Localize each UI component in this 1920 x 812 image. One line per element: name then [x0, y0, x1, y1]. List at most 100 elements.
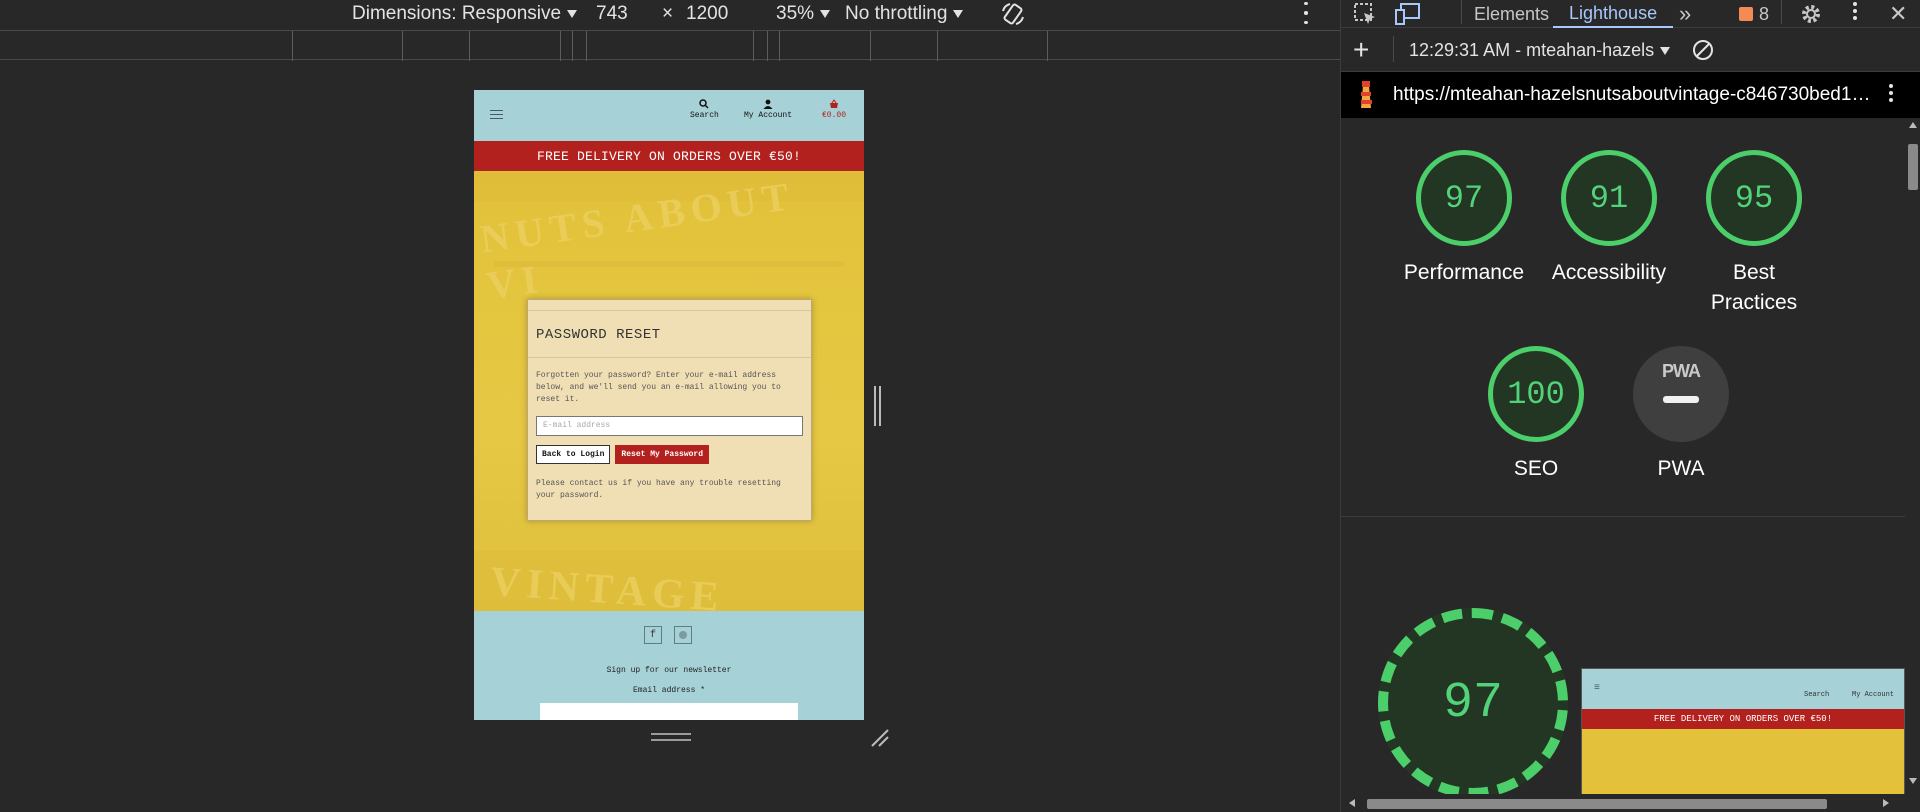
performance-label: Performance: [1403, 261, 1525, 284]
reset-password-button[interactable]: Reset My Password: [615, 445, 710, 464]
thumbnail-hamburger-icon: ≡: [1594, 683, 1601, 694]
divider: [528, 310, 811, 311]
user-icon: [763, 99, 773, 109]
devtools-panel: Elements Lighthouse » 8 ✕ + 12:29:31 AM …: [1340, 0, 1920, 812]
divider: [528, 357, 811, 358]
height-value: 1200: [686, 3, 729, 24]
lighthouse-logo-icon: [1361, 81, 1372, 108]
performance-score: 97: [1444, 179, 1484, 217]
newsletter-email-label: Email address *: [632, 686, 705, 695]
device-emulation-area: Dimensions: Responsive 743 × 1200 35% No…: [0, 0, 1340, 812]
tab-lighthouse[interactable]: Lighthouse: [1553, 0, 1674, 28]
device-toggle-glyph: [1395, 3, 1420, 25]
issue-icon: [1739, 7, 1753, 21]
reset-password-label: Reset My Password: [621, 450, 704, 459]
more-tabs-glyph: »: [1679, 1, 1692, 26]
customize-devtools-icon[interactable]: [1853, 2, 1857, 24]
more-options-icon[interactable]: [1304, 2, 1308, 24]
back-to-login-button[interactable]: Back to Login: [536, 445, 611, 464]
thumbnail-header: ≡ Search My Account: [1582, 669, 1904, 709]
pwa-dash: [1663, 396, 1699, 403]
newsletter-email-input[interactable]: [540, 703, 798, 720]
email-placeholder: E-mail address: [543, 421, 611, 430]
accessibility-gauge[interactable]: 91 Accessibility: [1546, 150, 1672, 288]
cart-total: €0.00: [822, 111, 847, 120]
device-toolbar: Dimensions: Responsive 743 × 1200 35% No…: [0, 0, 1340, 28]
report-menu-icon[interactable]: [1889, 84, 1893, 102]
search-label: Search: [690, 111, 719, 120]
emulated-viewport: Search My Account €0.00 FREE DELIVERY ON…: [474, 90, 864, 720]
banner-text: FREE DELIVERY ON ORDERS OVER €50!: [536, 148, 802, 164]
email-field[interactable]: E-mail address: [536, 416, 803, 436]
best-practices-gauge[interactable]: 95 Best Practices: [1691, 150, 1817, 318]
tab-elements[interactable]: Elements: [1462, 0, 1557, 28]
scroll-right-icon[interactable]: [1883, 799, 1889, 807]
report-selector[interactable]: 12:29:31 AM - mteahan-hazels: [1409, 40, 1671, 61]
lighthouse-toolbar: + 12:29:31 AM - mteahan-hazels: [1341, 28, 1920, 72]
back-to-login-label: Back to Login: [542, 450, 605, 459]
pwa-logo: PWA: [1661, 361, 1701, 381]
button-row: Back to Login Reset My Password: [536, 445, 803, 464]
performance-main-gauge[interactable]: 97: [1378, 608, 1568, 798]
final-screenshot-thumbnail[interactable]: ≡ Search My Account FREE DELIVERY ON ORD…: [1581, 668, 1905, 798]
viewport-width-resize-handle[interactable]: [874, 386, 884, 426]
scroll-up-icon[interactable]: [1909, 122, 1917, 128]
horizontal-scrollbar[interactable]: [1341, 794, 1920, 812]
horizontal-scroll-thumb[interactable]: [1367, 799, 1827, 809]
thumbnail-account-label: My Account: [1852, 691, 1895, 699]
chevron-down-icon: [953, 10, 964, 18]
best-practices-score: 95: [1734, 179, 1774, 217]
facebook-icon[interactable]: f: [644, 626, 662, 644]
devtools-tab-bar: Elements Lighthouse » 8 ✕: [1341, 0, 1920, 28]
search-icon: [699, 99, 709, 109]
viewport-height-resize-handle[interactable]: [651, 733, 691, 745]
clear-reports-icon[interactable]: [1691, 38, 1715, 62]
performance-gauge[interactable]: 97 Performance: [1401, 150, 1527, 288]
thumbnail-search-label: Search: [1804, 691, 1830, 699]
accessibility-score: 91: [1589, 179, 1629, 217]
issues-counter[interactable]: 8: [1739, 0, 1769, 28]
newsletter-heading: Sign up for our newsletter: [606, 666, 732, 675]
height-input[interactable]: 1200: [686, 0, 728, 28]
hero-background: NUTS ABOUT VI VINTAGE PASSWORD RESET For…: [474, 171, 864, 611]
site-footer: f Sign up for our newsletter Email addre…: [474, 611, 864, 720]
seo-label: SEO: [1513, 457, 1559, 480]
close-devtools-icon[interactable]: ✕: [1889, 0, 1907, 28]
times-icon: ×: [662, 0, 673, 28]
more-tabs-icon[interactable]: »: [1679, 0, 1691, 28]
search-link[interactable]: Search: [690, 99, 719, 120]
zoom-dropdown[interactable]: 35%: [776, 0, 831, 28]
instagram-glyph: [679, 631, 687, 639]
seo-score: 100: [1507, 375, 1565, 413]
pwa-gauge[interactable]: PWA PWA: [1618, 346, 1744, 484]
cart-link[interactable]: €0.00: [822, 99, 846, 120]
dimensions-dropdown[interactable]: Dimensions: Responsive: [352, 0, 578, 28]
new-report-icon[interactable]: +: [1353, 34, 1369, 66]
reset-description: Forgotten your password? Enter your e-ma…: [536, 371, 781, 404]
device-toolbar-toggle-icon[interactable]: [1395, 0, 1421, 28]
chevron-down-icon: [820, 10, 831, 18]
rotate-button[interactable]: [1000, 0, 1026, 28]
my-account-link[interactable]: My Account: [744, 99, 792, 120]
thumbnail-hero: [1582, 729, 1904, 798]
resize-corner-icon[interactable]: [870, 728, 890, 748]
inspect-element-icon[interactable]: [1353, 0, 1377, 28]
report-selector-label: 12:29:31 AM - mteahan-hazels: [1409, 40, 1655, 60]
media-query-ruler: [0, 30, 1340, 61]
width-input[interactable]: 743: [596, 0, 628, 28]
seo-gauge[interactable]: 100 SEO: [1473, 346, 1599, 484]
scroll-down-icon[interactable]: [1909, 778, 1917, 784]
free-delivery-banner: FREE DELIVERY ON ORDERS OVER €50!: [474, 141, 864, 171]
best-practices-label: Best Practices: [1710, 261, 1798, 314]
performance-main-score: 97: [1442, 674, 1503, 732]
instagram-icon[interactable]: [674, 626, 692, 644]
accessibility-label: Accessibility: [1551, 261, 1667, 284]
vertical-scroll-thumb[interactable]: [1908, 144, 1918, 190]
throttling-dropdown[interactable]: No throttling: [845, 0, 964, 28]
vertical-scrollbar[interactable]: [1905, 118, 1920, 794]
hero-decoration: [494, 261, 844, 267]
chevron-down-icon: [1660, 46, 1671, 55]
settings-gear-icon[interactable]: [1799, 0, 1823, 28]
hamburger-menu-icon[interactable]: [490, 110, 503, 119]
scroll-left-icon[interactable]: [1349, 799, 1355, 807]
